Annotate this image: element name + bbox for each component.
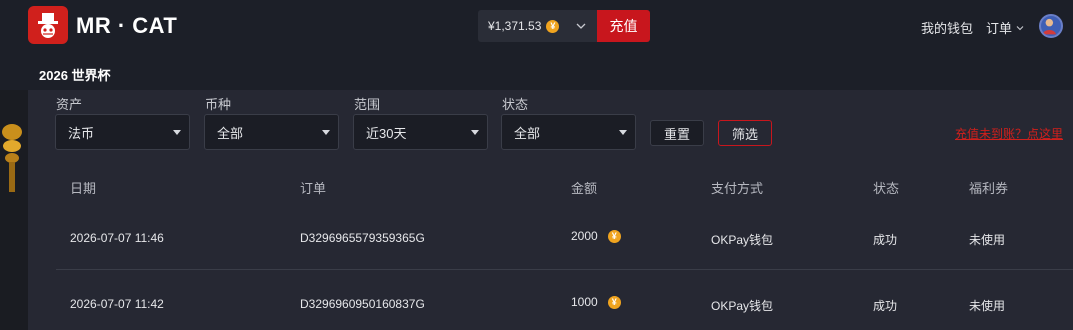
range-filter-label: 范围	[354, 97, 381, 112]
nav-orders[interactable]: 订单	[986, 18, 1025, 37]
row-status: 成功	[873, 233, 898, 247]
range-select-value: 近30天	[366, 125, 407, 141]
row-payment-method: OKPay钱包	[711, 299, 774, 313]
row-amount-value: 1000	[571, 295, 598, 309]
currency-select[interactable]: 全部	[204, 114, 339, 150]
filter-button[interactable]: 筛选	[718, 120, 772, 146]
row-date: 2026-07-07 11:46	[70, 231, 164, 245]
column-header-order: 订单	[300, 181, 327, 196]
coin-icon: ¥	[546, 19, 560, 33]
column-header-date: 日期	[70, 181, 97, 196]
column-header-status: 状态	[873, 181, 900, 196]
user-avatar[interactable]	[1039, 14, 1063, 38]
row-payment-method: OKPay钱包	[711, 233, 774, 247]
coin-icon: ¥	[607, 229, 621, 243]
asset-filter-label: 资产	[56, 97, 83, 112]
subnav-item-world-cup[interactable]: 2026 世界杯	[39, 65, 111, 84]
status-select[interactable]: 全部	[501, 114, 636, 150]
row-status: 成功	[873, 299, 898, 313]
coin-icon: ¥	[607, 295, 621, 309]
asset-select[interactable]: 法币	[55, 114, 190, 150]
balance-selector[interactable]: ¥1,371.53 ¥	[478, 10, 598, 42]
row-coupon: 未使用	[969, 299, 1006, 313]
golden-ornament-icon	[2, 124, 22, 192]
currency-filter-label: 币种	[205, 97, 232, 112]
nav-my-wallet[interactable]: 我的钱包	[921, 18, 973, 37]
mr-cat-logo-icon[interactable]	[28, 6, 68, 44]
recharge-help-link[interactable]: 充值未到账？点这里	[955, 125, 1063, 142]
range-select[interactable]: 近30天	[353, 114, 488, 150]
sub-navigation: 2026 世界杯	[0, 52, 1073, 90]
caret-down-icon	[471, 130, 479, 135]
caret-down-icon	[619, 130, 627, 135]
nav-orders-label: 订单	[986, 21, 1013, 36]
caret-down-icon	[322, 130, 330, 135]
top-bar: MR · CAT ¥1,371.53 ¥ 充值 我的钱包 订单	[0, 0, 1073, 52]
column-header-amount: 金额	[571, 181, 598, 196]
brand-name[interactable]: MR · CAT	[76, 13, 177, 39]
row-order-id: D3296960950160837G	[300, 297, 425, 311]
status-select-value: 全部	[514, 125, 541, 141]
row-amount-value: 2000	[571, 229, 598, 243]
reset-button[interactable]: 重置	[650, 120, 704, 146]
row-amount: 1000 ¥	[571, 295, 621, 309]
decorative-side-art	[0, 90, 28, 330]
chevron-down-icon	[1016, 25, 1024, 30]
status-filter-label: 状态	[502, 97, 529, 112]
caret-down-icon	[173, 130, 181, 135]
row-divider	[56, 269, 1073, 270]
row-coupon: 未使用	[969, 233, 1006, 247]
currency-select-value: 全部	[217, 125, 244, 141]
recharge-records-panel: 资产 法币 币种 全部 范围 近30天 状态 全部 重置 筛选 充值未到账？点这…	[28, 90, 1073, 330]
chevron-down-icon[interactable]	[574, 19, 588, 33]
asset-select-value: 法币	[68, 125, 95, 141]
column-header-payment-method: 支付方式	[711, 181, 764, 196]
column-header-coupon: 福利券	[969, 181, 1009, 196]
avatar-person-icon	[1042, 18, 1056, 35]
balance-amount: ¥1,371.53	[488, 19, 542, 33]
row-date: 2026-07-07 11:42	[70, 297, 164, 311]
row-amount: 2000 ¥	[571, 229, 621, 243]
recharge-button[interactable]: 充值	[597, 10, 650, 42]
row-order-id: D3296965579359365G	[300, 231, 425, 245]
